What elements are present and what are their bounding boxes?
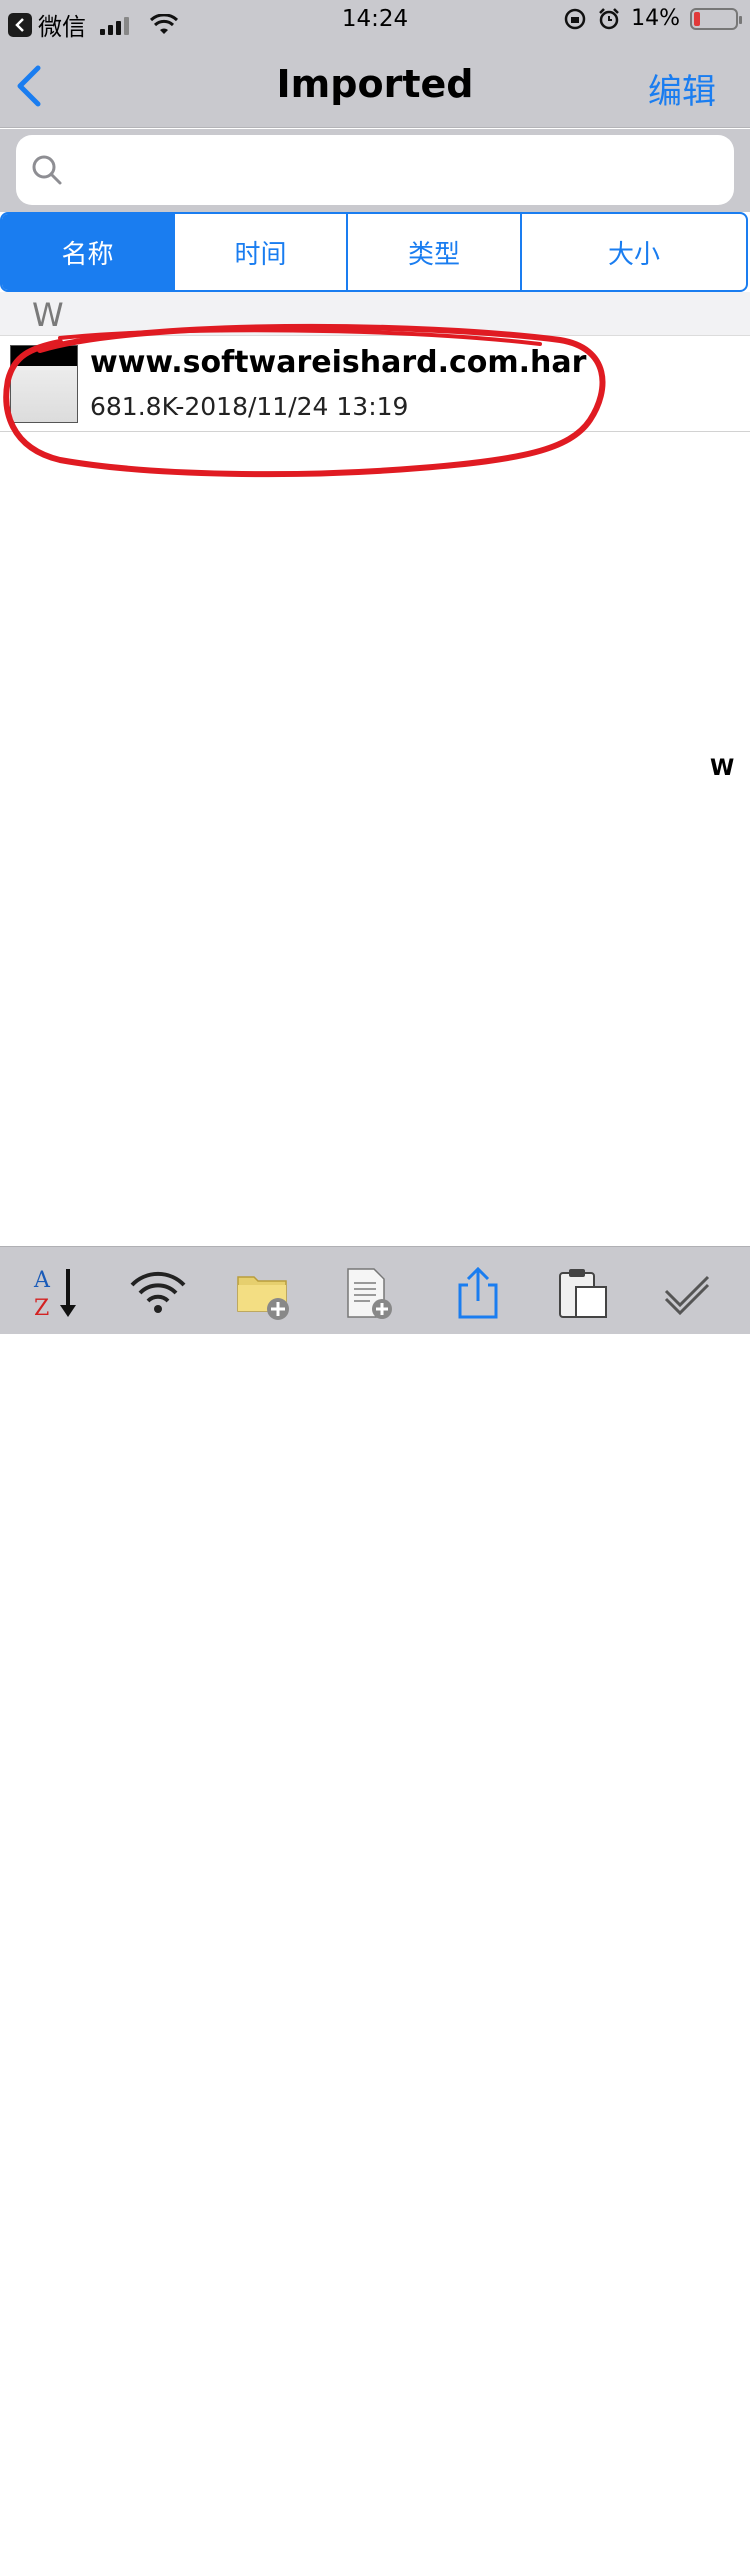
baidu-watermark: Bai du 经验 jingyan.baidu.com bbox=[582, 2503, 712, 2550]
sort-az-icon[interactable]: A Z bbox=[30, 1265, 86, 1321]
file-meta: 681.8K-2018/11/24 13:19 bbox=[90, 392, 409, 421]
svg-text:Z: Z bbox=[34, 1296, 49, 1321]
navigation-bar: Imported 编辑 bbox=[0, 40, 750, 128]
rotation-lock-icon bbox=[564, 8, 586, 29]
section-header-label: W bbox=[32, 296, 64, 334]
alarm-icon bbox=[599, 7, 619, 29]
tab-time[interactable]: 时间 bbox=[175, 214, 348, 290]
select-all-icon[interactable] bbox=[660, 1265, 716, 1321]
status-right: 14% bbox=[563, 6, 742, 31]
section-header: W bbox=[0, 292, 750, 336]
battery-percent: 14% bbox=[631, 6, 680, 31]
battery-icon bbox=[690, 7, 742, 30]
status-bar: 微信 14:24 14% bbox=[0, 0, 750, 41]
tab-type[interactable]: 类型 bbox=[348, 214, 522, 290]
tab-name[interactable]: 名称 bbox=[2, 214, 175, 290]
search-icon bbox=[32, 155, 62, 185]
new-folder-icon[interactable] bbox=[236, 1265, 292, 1321]
page-title: Imported bbox=[276, 62, 474, 106]
bottom-toolbar: A Z Bai du 经验 jingyan.baidu.com bbox=[0, 1246, 750, 2550]
tab-size[interactable]: 大小 bbox=[522, 214, 746, 290]
sort-segmented-control: 名称 时间 类型 大小 bbox=[0, 212, 748, 292]
svg-text:A: A bbox=[33, 1268, 51, 1293]
watermark-logo: Bai du 经验 bbox=[582, 2509, 712, 2534]
edit-button[interactable]: 编辑 bbox=[648, 64, 716, 113]
watermark-url: jingyan.baidu.com bbox=[588, 2535, 708, 2550]
search-input[interactable] bbox=[86, 145, 706, 195]
index-bar-letter[interactable]: W bbox=[710, 756, 734, 781]
paste-icon[interactable] bbox=[556, 1265, 612, 1321]
file-list-item[interactable]: www.softwareishard.com.har 681.8K-2018/1… bbox=[0, 337, 750, 432]
search-area bbox=[0, 129, 750, 212]
new-file-icon[interactable] bbox=[342, 1265, 398, 1321]
file-thumbnail-icon bbox=[10, 345, 78, 423]
wifi-transfer-icon[interactable] bbox=[130, 1265, 186, 1321]
share-icon[interactable] bbox=[450, 1265, 506, 1321]
search-field[interactable] bbox=[16, 135, 734, 205]
file-name: www.softwareishard.com.har bbox=[90, 345, 587, 380]
